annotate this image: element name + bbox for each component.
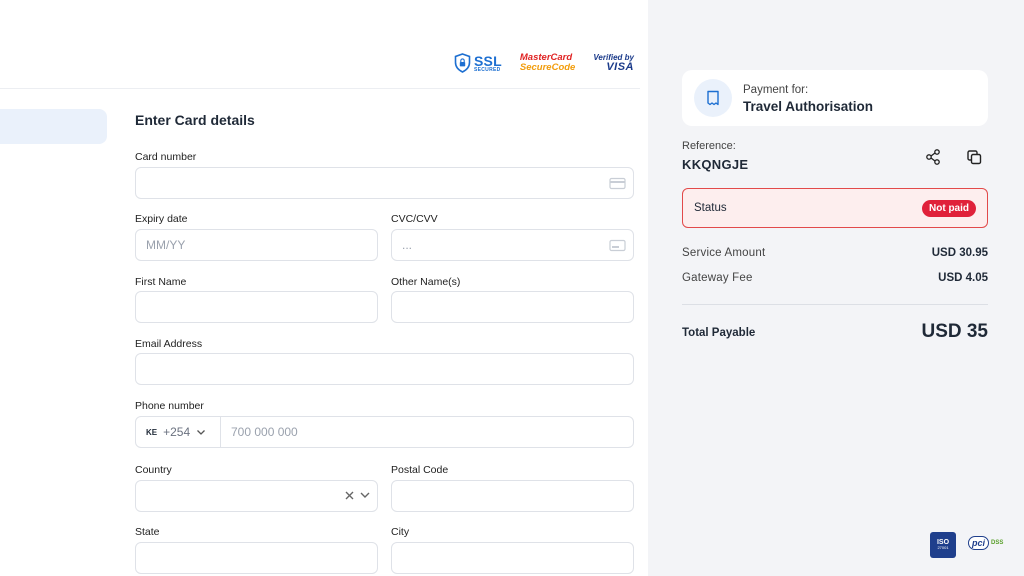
service-amount-row: Service Amount USD 30.95 (682, 247, 988, 263)
receipt-icon (707, 90, 719, 106)
country-select-controls (344, 489, 371, 501)
shield-lock-icon (454, 53, 471, 73)
security-badges: SSL SECURED MasterCard SecureCode Verifi… (454, 50, 634, 76)
first-name-field[interactable] (135, 291, 378, 323)
city-input[interactable] (392, 543, 633, 573)
payment-for-label: Payment for: (743, 84, 809, 96)
phone-number-input[interactable] (221, 417, 633, 447)
service-amount-value: USD 30.95 (931, 247, 988, 259)
postal-code-label: Postal Code (391, 464, 449, 476)
payment-form-panel: SSL SECURED MasterCard SecureCode Verifi… (0, 0, 648, 576)
reference-label: Reference: (682, 140, 736, 152)
expiry-date-field[interactable] (135, 229, 378, 261)
gateway-fee-row: Gateway Fee USD 4.05 (682, 272, 988, 288)
chevron-down-icon (197, 430, 206, 435)
state-label: State (135, 526, 160, 538)
clear-icon[interactable] (344, 490, 355, 501)
cvc-label: CVC/CVV (391, 213, 438, 225)
iso-number: 27001 (937, 545, 949, 551)
share-icon (926, 149, 940, 165)
state-field[interactable] (135, 542, 378, 574)
card-number-label: Card number (135, 151, 197, 163)
expiry-date-label: Expiry date (135, 213, 188, 225)
postal-code-input[interactable] (392, 481, 633, 511)
chevron-down-icon[interactable] (359, 489, 371, 501)
first-name-label: First Name (135, 276, 187, 288)
pci-dss-badge: pci DSS (968, 536, 1003, 550)
form-title: Enter Card details (135, 112, 255, 128)
copy-button[interactable] (965, 148, 983, 166)
dss-label: DSS (991, 540, 1004, 546)
city-label: City (391, 526, 410, 538)
visa-label: VISA (606, 60, 634, 73)
total-payable-label: Total Payable (682, 327, 756, 339)
gateway-fee-value: USD 4.05 (938, 272, 988, 284)
card-number-input[interactable] (136, 168, 633, 198)
sidebar-active-item[interactable] (0, 109, 107, 144)
receipt-icon-wrap (694, 79, 732, 117)
cvc-input[interactable] (392, 230, 633, 260)
status-badge: Not paid (922, 200, 976, 217)
share-button[interactable] (924, 148, 942, 166)
card-back-icon (609, 239, 626, 252)
securecode-label: SecureCode (519, 62, 576, 73)
state-input[interactable] (136, 543, 377, 573)
dial-code: +254 (163, 425, 191, 439)
email-label: Email Address (135, 338, 203, 350)
payment-for-card: Payment for: Travel Authorisation (682, 70, 988, 126)
verified-by-visa-badge: Verified by VISA (593, 53, 634, 73)
phone-label: Phone number (135, 400, 204, 412)
card-number-field[interactable] (135, 167, 634, 199)
email-input[interactable] (136, 354, 633, 384)
total-payable-value: USD 35 (921, 321, 988, 342)
other-names-input[interactable] (392, 292, 633, 322)
country-code-selector[interactable]: KE +254 (136, 417, 221, 447)
cvc-field[interactable] (391, 229, 634, 261)
email-field[interactable] (135, 353, 634, 385)
service-amount-label: Service Amount (682, 247, 766, 259)
mastercard-securecode-badge: MasterCard SecureCode (520, 53, 575, 73)
iso-certification-badge: ISO 27001 (930, 532, 956, 558)
other-names-label: Other Name(s) (391, 276, 461, 288)
status-label: Status (694, 202, 727, 214)
copy-icon (967, 150, 982, 165)
postal-code-field[interactable] (391, 480, 634, 512)
country-label: Country (135, 464, 172, 476)
status-box: Status Not paid (682, 188, 988, 228)
ssl-sub-label: SECURED (474, 66, 501, 73)
other-names-field[interactable] (391, 291, 634, 323)
credit-card-icon (609, 177, 626, 190)
expiry-date-input[interactable] (136, 230, 377, 260)
gateway-fee-label: Gateway Fee (682, 272, 753, 284)
payment-for-value: Travel Authorisation (743, 99, 874, 114)
summary-divider (682, 304, 988, 305)
first-name-input[interactable] (136, 292, 377, 322)
reference-value: KKQNGJE (682, 157, 749, 172)
city-field[interactable] (391, 542, 634, 574)
ssl-label: SSL (474, 52, 502, 69)
pci-label: pci (968, 536, 990, 550)
country-select[interactable] (135, 480, 378, 512)
ssl-secured-badge: SSL SECURED (454, 53, 502, 73)
country-flag-code: KE (146, 427, 158, 437)
header-divider (0, 88, 640, 89)
phone-number-wrap (221, 417, 633, 447)
phone-field: KE +254 (135, 416, 634, 448)
